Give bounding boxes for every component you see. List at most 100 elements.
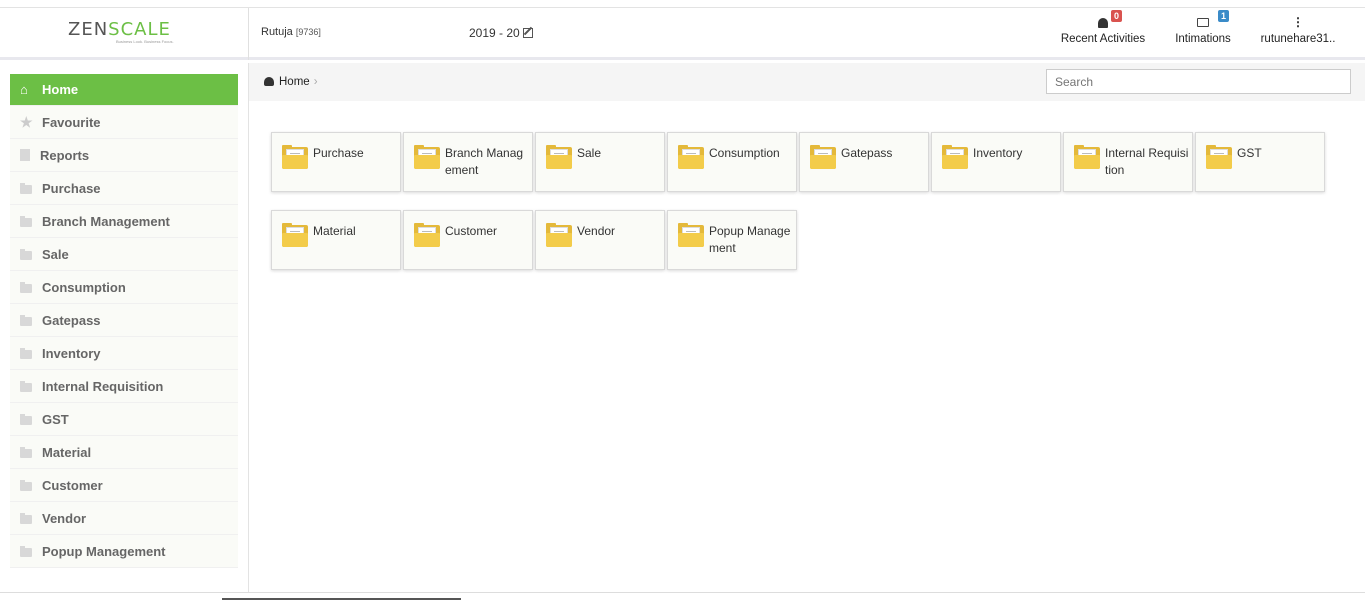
tile-label: Branch Management — [445, 146, 524, 177]
tile-inventory[interactable]: Inventory — [931, 132, 1061, 192]
search-input[interactable] — [1046, 69, 1351, 94]
tile-label: Purchase — [313, 146, 364, 160]
sidebar-item-favourite[interactable]: ★ Favourite — [10, 106, 238, 139]
bell-icon — [1098, 18, 1108, 28]
folder-icon — [20, 281, 32, 293]
sidebar-item-label: Consumption — [42, 279, 126, 295]
folder-icon — [282, 223, 308, 247]
tile-label: Gatepass — [841, 146, 893, 160]
sidebar-item-internal-requisition[interactable]: Internal Requisition — [10, 370, 238, 403]
zenscale-logo[interactable]: ZENSCALE — [68, 19, 171, 40]
intimations-button[interactable]: 1 Intimations — [1173, 10, 1233, 45]
sidebar-item-label: Inventory — [42, 345, 101, 361]
footer-divider — [0, 592, 1365, 593]
dashboard-icon — [264, 77, 274, 86]
tile-vendor[interactable]: Vendor — [535, 210, 665, 270]
folder-icon — [20, 182, 32, 194]
logo-area[interactable]: ZENSCALE Business Look. Business Focus. — [0, 8, 249, 60]
folder-icon — [546, 223, 572, 247]
more-vertical-icon: ⋮ — [1292, 15, 1304, 29]
sidebar-item-sale[interactable]: Sale — [10, 238, 238, 271]
tile-label: Customer — [445, 224, 498, 238]
recent-activities-button[interactable]: 0 Recent Activities — [1060, 10, 1146, 45]
tile-sale[interactable]: Sale — [535, 132, 665, 192]
sidebar-item-consumption[interactable]: Consumption — [10, 271, 238, 304]
folder-icon — [678, 145, 704, 169]
recent-activities-label: Recent Activities — [1060, 33, 1146, 45]
chevron-right-icon: › — [313, 76, 318, 88]
folder-icon — [20, 512, 32, 524]
fiscal-year-selector[interactable]: 2019 - 20 — [469, 26, 533, 40]
folder-icon — [20, 446, 32, 458]
folder-icon — [20, 545, 32, 557]
folder-icon — [20, 248, 32, 260]
sidebar-item-label: Customer — [42, 477, 103, 493]
sidebar-item-label: Vendor — [42, 510, 87, 526]
folder-icon — [20, 314, 32, 326]
tile-label: Inventory — [973, 146, 1023, 160]
tile-consumption[interactable]: Consumption — [667, 132, 797, 192]
sidebar-item-label: Favourite — [42, 114, 101, 130]
recent-activities-badge: 0 — [1111, 10, 1123, 22]
folder-icon — [20, 479, 32, 491]
tile-popup-management[interactable]: Popup Management — [667, 210, 797, 270]
sidebar-item-label: Home — [42, 82, 79, 97]
fiscal-year: 2019 - 20 — [469, 26, 520, 40]
tile-material[interactable]: Material — [271, 210, 401, 270]
envelope-icon — [1197, 18, 1209, 27]
tile-gatepass[interactable]: Gatepass — [799, 132, 929, 192]
intimations-badge: 1 — [1218, 10, 1230, 22]
folder-icon — [20, 413, 32, 425]
sidebar-item-vendor[interactable]: Vendor — [10, 502, 238, 535]
folder-icon — [20, 347, 32, 359]
sidebar-item-gatepass[interactable]: Gatepass — [10, 304, 238, 337]
tile-label: Internal Requisition — [1105, 146, 1189, 177]
home-icon: ⌂ — [20, 81, 28, 97]
folder-icon — [414, 145, 440, 169]
account-label: rutunehare31.. — [1260, 33, 1336, 45]
tile-gst[interactable]: GST — [1195, 132, 1325, 192]
sidebar-item-home[interactable]: ⌂ Home — [10, 74, 238, 106]
folder-icon — [942, 145, 968, 169]
star-icon: ★ — [20, 114, 33, 130]
tile-label: Popup Management — [709, 224, 791, 255]
user-info: Rutuja [9736] — [261, 26, 321, 38]
user-name: Rutuja — [261, 26, 293, 38]
account-menu-button[interactable]: ⋮ rutunehare31.. — [1260, 16, 1336, 45]
user-code: [9736] — [295, 27, 321, 37]
folder-icon — [678, 223, 704, 247]
folder-icon — [1206, 145, 1232, 169]
sidebar-item-label: GST — [42, 411, 69, 427]
folder-icon — [282, 145, 308, 169]
breadcrumb-home[interactable]: Home — [279, 76, 310, 88]
sidebar-item-label: Popup Management — [42, 543, 166, 559]
breadcrumb-bar: Home › — [249, 63, 1365, 101]
folder-icon — [20, 380, 32, 392]
sidebar-item-purchase[interactable]: Purchase — [10, 172, 238, 205]
tile-label: Material — [313, 224, 356, 238]
sidebar-item-inventory[interactable]: Inventory — [10, 337, 238, 370]
sidebar-item-gst[interactable]: GST — [10, 403, 238, 436]
tile-purchase[interactable]: Purchase — [271, 132, 401, 192]
sidebar-item-label: Reports — [40, 147, 90, 163]
logo-tagline: Business Look. Business Focus. — [116, 39, 174, 44]
sidebar-item-label: Sale — [42, 246, 69, 262]
sidebar-item-material[interactable]: Material — [10, 436, 238, 469]
breadcrumb[interactable]: Home › — [264, 76, 318, 88]
sidebar-menu: ⌂ Home ★ Favourite Reports Purchase Branch Man… — [10, 74, 238, 568]
sidebar-item-label: Material — [42, 444, 92, 460]
tile-branch-management[interactable]: Branch Management — [403, 132, 533, 192]
tile-label: Consumption — [709, 146, 780, 160]
tile-internal-requisition[interactable]: Internal Requisition — [1063, 132, 1193, 192]
sidebar-item-reports[interactable]: Reports — [10, 139, 238, 172]
sidebar-item-label: Purchase — [42, 180, 101, 196]
sidebar-item-label: Gatepass — [42, 312, 101, 328]
sidebar-item-branch-management[interactable]: Branch Management — [10, 205, 238, 238]
sidebar-item-customer[interactable]: Customer — [10, 469, 238, 502]
edit-icon[interactable] — [522, 28, 533, 38]
sidebar-item-popup-management[interactable]: Popup Management — [10, 535, 238, 568]
folder-icon — [20, 215, 32, 227]
tile-customer[interactable]: Customer — [403, 210, 533, 270]
sidebar-item-label: Branch Management — [42, 213, 170, 229]
top-border — [0, 0, 1365, 8]
